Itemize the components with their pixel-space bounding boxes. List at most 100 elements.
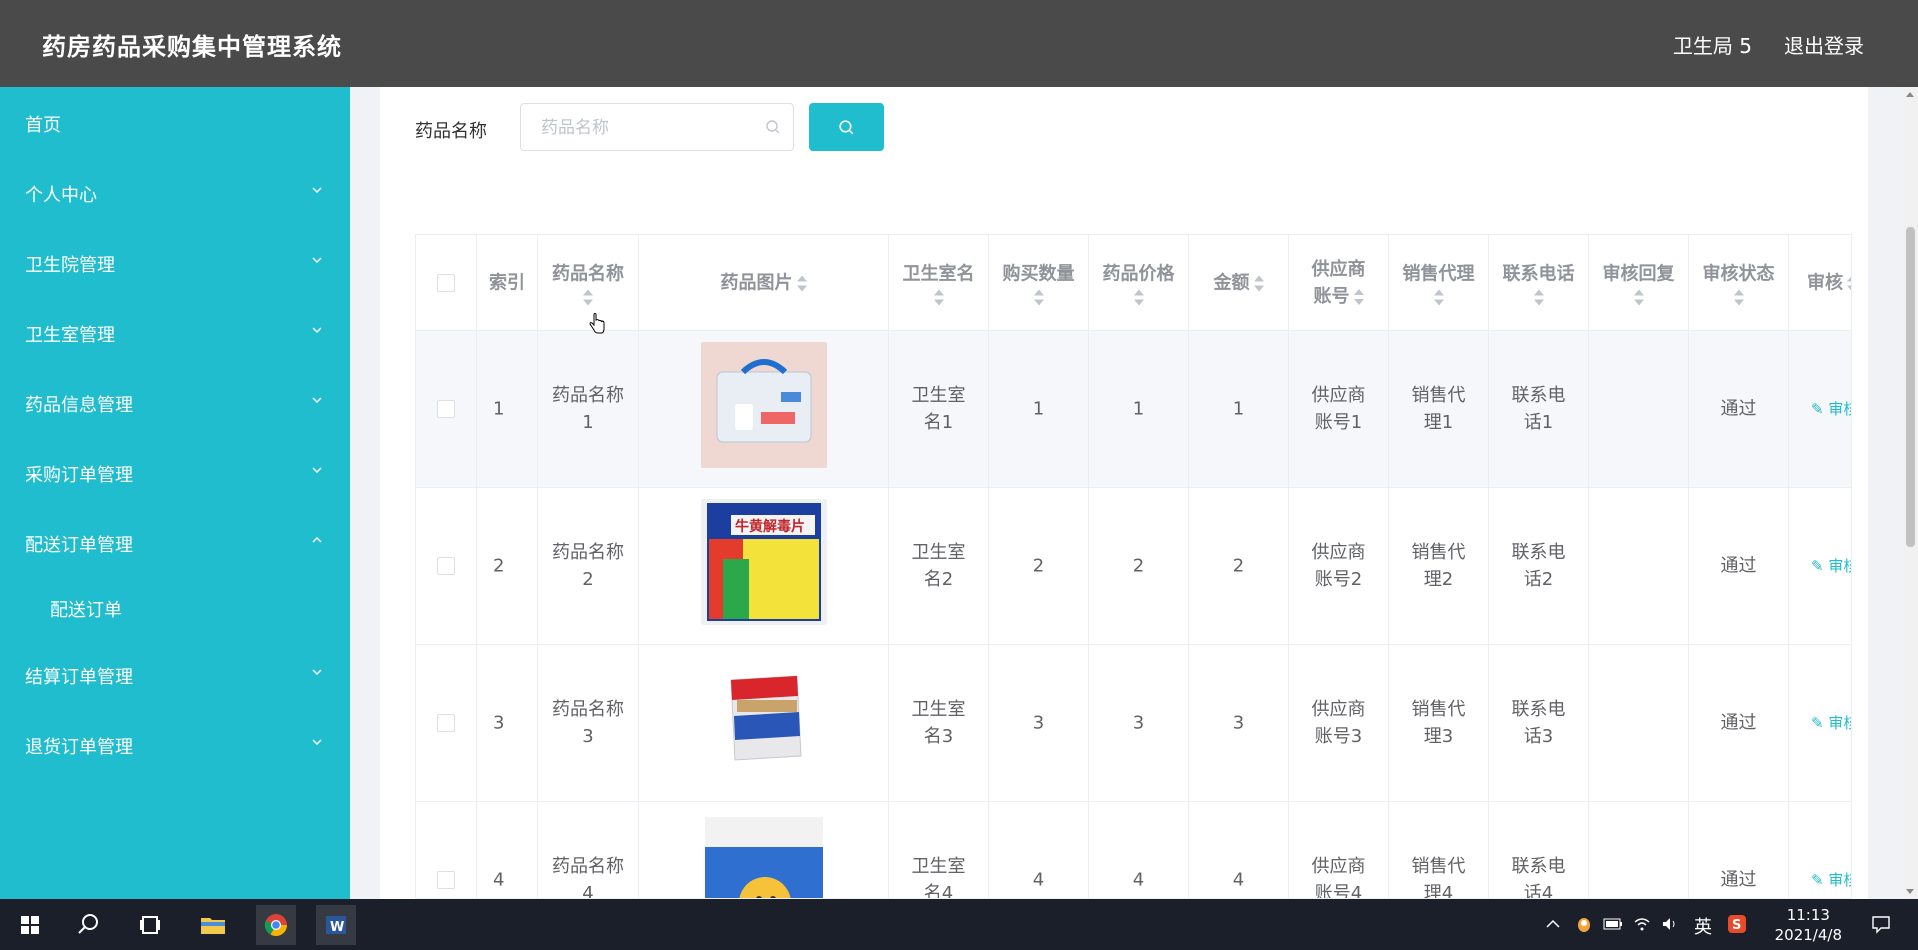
windows-start-icon[interactable]	[10, 905, 50, 945]
drug-name-cell: 药品名称4	[538, 802, 639, 898]
column-header[interactable]: 索引	[477, 235, 538, 331]
red-box-image[interactable]	[700, 656, 827, 782]
price-cell: 4	[1089, 802, 1189, 898]
phone-cell: 联系电话4	[1489, 802, 1589, 898]
chrome-icon[interactable]	[256, 905, 296, 945]
column-header[interactable]: 购买数量	[989, 235, 1089, 331]
sidebar-item-home[interactable]: 首页	[0, 97, 350, 147]
sort-icon[interactable]	[583, 289, 593, 305]
column-header[interactable]: 审核回复	[1589, 235, 1689, 331]
search-label: 药品名称	[415, 121, 487, 142]
sidebar-item-health-center[interactable]: 卫生院管理	[0, 237, 350, 287]
drug-image-cell	[639, 802, 889, 899]
search-input[interactable]	[539, 116, 753, 140]
sidebar-subitem-delivery-order[interactable]: 配送订单	[0, 582, 350, 632]
sidebar-item-label: 配送订单	[50, 600, 122, 621]
column-header[interactable]: 药品价格	[1089, 235, 1189, 331]
row-checkbox[interactable]	[437, 871, 455, 889]
column-header[interactable]: 金额	[1189, 235, 1289, 331]
sidebar-item-settlement-orders[interactable]: 结算订单管理	[0, 649, 350, 699]
sort-icon[interactable]	[933, 289, 944, 305]
sidebar-item-delivery-orders[interactable]: 配送订单管理	[0, 517, 350, 567]
sidebar-item-label: 卫生室管理	[25, 325, 115, 346]
amount-cell: 1	[1189, 331, 1289, 488]
quantity-cell: 2	[989, 488, 1089, 645]
phone-cell: 联系电话2	[1489, 488, 1589, 645]
search-field[interactable]	[520, 103, 794, 151]
sidebar-item-personal-center[interactable]: 个人中心	[0, 167, 350, 217]
action-cell: ✎ 审核	[1789, 488, 1851, 645]
sort-icon[interactable]	[1433, 289, 1444, 305]
index-cell: 4	[477, 802, 538, 898]
agent-cell: 销售代理3	[1389, 645, 1489, 802]
review-link[interactable]: ✎ 审核	[1811, 714, 1851, 732]
column-header[interactable]: 审核状态	[1689, 235, 1789, 331]
scroll-up-arrow[interactable]	[1906, 92, 1914, 97]
sort-icon[interactable]	[1133, 289, 1144, 305]
search-button[interactable]	[809, 103, 884, 151]
page-scrollbar[interactable]	[1903, 87, 1918, 899]
sidebar-item-clinic[interactable]: 卫生室管理	[0, 307, 350, 357]
edit-icon: ✎	[1811, 400, 1829, 418]
column-header[interactable]: 卫生室名	[889, 235, 989, 331]
chevron-up-icon[interactable]	[1545, 917, 1561, 931]
table-row: 1 药品名称1 卫生室名1 1 1 1 供应商账号1 销售代理1 联系电话1 通…	[416, 331, 1851, 488]
task-view-icon[interactable]	[130, 905, 170, 945]
sidebar-item-return-orders[interactable]: 退货订单管理	[0, 719, 350, 769]
sidebar-item-label: 采购订单管理	[25, 465, 133, 486]
niuhuang-box-image[interactable]: 牛黄解毒片	[700, 499, 827, 625]
status-cell: 通过	[1689, 488, 1789, 645]
wifi-icon[interactable]	[1633, 916, 1651, 932]
edit-icon: ✎	[1811, 714, 1829, 732]
column-header[interactable]: 药品图片	[639, 235, 889, 331]
row-checkbox[interactable]	[437, 714, 455, 732]
search-icon[interactable]	[68, 905, 108, 945]
review-link[interactable]: ✎ 审核	[1811, 400, 1851, 418]
scrollbar-thumb[interactable]	[1906, 227, 1915, 547]
sort-icon[interactable]	[1847, 275, 1851, 291]
word-icon[interactable]: W	[316, 905, 356, 945]
table-row: 4 药品名称4 卫生室名4 4 4 4 供应商账号4 销售代理4 联系电话4 通…	[416, 802, 1851, 899]
review-link[interactable]: ✎ 审核	[1811, 557, 1851, 575]
ime-indicator[interactable]: 英	[1694, 913, 1712, 939]
battery-icon[interactable]	[1603, 917, 1623, 931]
scroll-down-arrow[interactable]	[1906, 889, 1914, 894]
volume-icon[interactable]	[1661, 916, 1679, 932]
medicine-kit-image[interactable]	[700, 342, 827, 468]
quantity-cell: 1	[989, 331, 1089, 488]
quantity-cell: 4	[989, 802, 1089, 898]
price-cell: 2	[1089, 488, 1189, 645]
logout-button[interactable]: 退出登录	[1784, 30, 1864, 59]
sidebar-item-drug-info[interactable]: 药品信息管理	[0, 377, 350, 427]
drug-name-cell: 药品名称1	[538, 331, 639, 488]
file-explorer-icon[interactable]	[193, 905, 233, 945]
sort-icon[interactable]	[1533, 289, 1544, 305]
sogou-icon[interactable]: S	[1727, 914, 1747, 934]
sort-icon[interactable]	[1733, 289, 1744, 305]
column-header[interactable]: 审核	[1789, 235, 1851, 331]
sort-icon[interactable]	[1633, 289, 1644, 305]
action-cell: ✎ 审核	[1789, 331, 1851, 488]
review-link[interactable]: ✎ 审核	[1811, 871, 1851, 889]
row-select-cell	[416, 645, 477, 802]
windows-taskbar: W 英 S 11:13 2021/4/8	[0, 899, 1918, 950]
qq-icon[interactable]	[1575, 916, 1593, 934]
clinic-name-cell: 卫生室名2	[889, 488, 989, 645]
sidebar-item-purchase-orders[interactable]: 采购订单管理	[0, 447, 350, 497]
taskbar-clock[interactable]: 11:13 2021/4/8	[1775, 905, 1842, 945]
chevron-down-icon	[312, 397, 322, 404]
column-header[interactable]: 供应商账号	[1289, 235, 1389, 331]
sort-icon[interactable]	[1353, 288, 1364, 305]
row-checkbox[interactable]	[437, 400, 455, 418]
column-header[interactable]: 联系电话	[1489, 235, 1589, 331]
child-medicine-box-image[interactable]	[700, 813, 827, 899]
main-content: 药品名称 索引 药品名称 药品图片 卫生室名 购买数量 药品价格 金额 供应商账…	[350, 87, 1918, 899]
select-all-checkbox[interactable]	[437, 273, 455, 292]
column-header[interactable]: 销售代理	[1389, 235, 1489, 331]
sort-icon[interactable]	[796, 275, 807, 291]
row-checkbox[interactable]	[437, 557, 455, 575]
clinic-name-cell: 卫生室名4	[889, 802, 989, 898]
notification-icon[interactable]	[1870, 913, 1892, 935]
sort-icon[interactable]	[1253, 275, 1264, 291]
sort-icon[interactable]	[1033, 289, 1044, 305]
